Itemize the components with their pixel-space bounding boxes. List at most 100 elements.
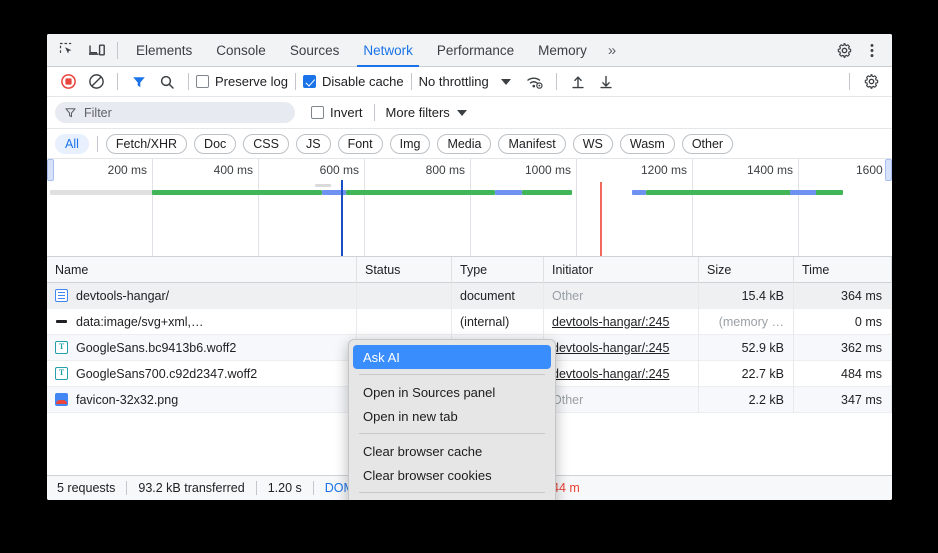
- toolbar-divider: [849, 73, 850, 90]
- chip-media[interactable]: Media: [437, 134, 491, 154]
- cell-size: 15.4 kB: [699, 283, 794, 309]
- filter-input[interactable]: Filter: [55, 102, 295, 123]
- throttling-dropdown[interactable]: No throttling: [419, 74, 511, 89]
- overview-band: [790, 190, 816, 195]
- invert-checkbox[interactable]: Invert: [311, 105, 363, 120]
- menu-item-open-in-sources-panel[interactable]: Open in Sources panel: [353, 380, 551, 404]
- export-har-icon[interactable]: [592, 69, 620, 95]
- chip-font[interactable]: Font: [338, 134, 383, 154]
- cell-initiator: Other: [544, 387, 699, 413]
- clear-log-icon[interactable]: [82, 69, 110, 95]
- table-row[interactable]: data:image/svg+xml,… (internal) devtools…: [47, 309, 892, 335]
- menu-item-open-in-new-tab[interactable]: Open in new tab: [353, 404, 551, 428]
- toolbar-divider: [374, 104, 375, 121]
- tab-label: Elements: [136, 43, 192, 58]
- column-header-initiator[interactable]: Initiator: [544, 257, 699, 283]
- chip-doc[interactable]: Doc: [194, 134, 236, 154]
- table-row[interactable]: devtools-hangar/ document Other 15.4 kB …: [47, 283, 892, 309]
- import-har-icon[interactable]: [564, 69, 592, 95]
- more-tabs-icon[interactable]: »: [599, 34, 624, 67]
- chip-ws[interactable]: WS: [573, 134, 613, 154]
- tab-memory[interactable]: Memory: [526, 34, 599, 67]
- filter-funnel-icon[interactable]: [125, 69, 153, 95]
- initiator-link[interactable]: devtools-hangar/:245: [552, 367, 669, 381]
- overview-band: [152, 190, 322, 195]
- network-settings-gear-icon[interactable]: [857, 69, 885, 95]
- devtools-tab-strip: Elements Console Sources Network Perform…: [47, 34, 892, 67]
- tab-strip-actions: [830, 37, 892, 63]
- chip-manifest[interactable]: Manifest: [498, 134, 565, 154]
- gear-icon[interactable]: [830, 37, 858, 63]
- resource-type-filters: All Fetch/XHR Doc CSS JS Font Img Media …: [47, 129, 892, 159]
- kebab-menu-icon[interactable]: [858, 37, 886, 63]
- initiator-link[interactable]: devtools-hangar/:245: [552, 341, 669, 355]
- menu-item-clear-browser-cache[interactable]: Clear browser cache: [353, 439, 551, 463]
- toolbar-divider: [411, 73, 412, 90]
- load-event-marker: [600, 182, 602, 257]
- toolbar-divider: [117, 42, 118, 59]
- menu-item-copy[interactable]: Copy ›: [353, 498, 551, 500]
- more-filters-dropdown[interactable]: More filters: [386, 105, 467, 120]
- font-icon: T: [55, 341, 68, 354]
- cell-name: T GoogleSans700.c92d2347.woff2: [47, 361, 357, 387]
- overview-right-handle[interactable]: [885, 159, 892, 181]
- initiator-link[interactable]: devtools-hangar/:245: [552, 315, 669, 329]
- cell-name: T GoogleSans.bc9413b6.woff2: [47, 335, 357, 361]
- tab-console[interactable]: Console: [204, 34, 278, 67]
- tab-performance[interactable]: Performance: [425, 34, 526, 67]
- inspect-element-icon[interactable]: [53, 37, 81, 63]
- record-stop-icon[interactable]: [54, 69, 82, 95]
- chip-other[interactable]: Other: [682, 134, 733, 154]
- tab-sources[interactable]: Sources: [278, 34, 352, 67]
- cell-time: 0 ms: [794, 309, 892, 335]
- cell-initiator[interactable]: devtools-hangar/:245: [544, 361, 699, 387]
- cell-time: 484 ms: [794, 361, 892, 387]
- cell-size: 52.9 kB: [699, 335, 794, 361]
- timeline-gridline: [798, 159, 799, 257]
- filter-funnel-icon: [64, 106, 77, 119]
- tab-network[interactable]: Network: [351, 34, 425, 67]
- column-header-size[interactable]: Size: [699, 257, 794, 283]
- network-toolbar: Preserve log Disable cache No throttling: [47, 67, 892, 97]
- font-icon: T: [55, 367, 68, 380]
- column-header-name[interactable]: Name: [47, 257, 357, 283]
- column-header-status[interactable]: Status: [357, 257, 452, 283]
- column-header-type[interactable]: Type: [452, 257, 544, 283]
- timeline-gridline: [258, 159, 259, 257]
- chip-fetch-xhr[interactable]: Fetch/XHR: [106, 134, 187, 154]
- context-menu[interactable]: Ask AI Open in Sources panel Open in new…: [348, 339, 556, 500]
- preserve-log-checkbox[interactable]: Preserve log: [196, 74, 288, 89]
- tab-label: Console: [216, 43, 266, 58]
- table-header-row: Name Status Type Initiator Size Time: [47, 257, 892, 283]
- chip-css[interactable]: CSS: [243, 134, 289, 154]
- cell-type: (internal): [452, 309, 544, 335]
- menu-separator: [359, 433, 545, 434]
- menu-item-clear-browser-cookies[interactable]: Clear browser cookies: [353, 463, 551, 487]
- timeline-gridline: [152, 159, 153, 257]
- cell-name: devtools-hangar/: [47, 283, 357, 309]
- menu-item-ask-ai[interactable]: Ask AI: [353, 345, 551, 369]
- overview-band: [632, 190, 646, 195]
- chip-divider: [97, 136, 98, 152]
- toolbar-divider: [188, 73, 189, 90]
- device-toolbar-icon[interactable]: [83, 37, 111, 63]
- checkbox-box: [311, 106, 324, 119]
- chip-img[interactable]: Img: [390, 134, 431, 154]
- cell-initiator[interactable]: devtools-hangar/:245: [544, 309, 699, 335]
- overview-band: [315, 184, 331, 187]
- cell-initiator[interactable]: devtools-hangar/:245: [544, 335, 699, 361]
- network-conditions-icon[interactable]: [521, 69, 549, 95]
- overview-band: [522, 190, 572, 195]
- checkbox-box: [303, 75, 316, 88]
- disable-cache-checkbox[interactable]: Disable cache: [303, 74, 404, 89]
- preserve-log-label: Preserve log: [215, 74, 288, 89]
- network-overview-timeline[interactable]: 200 ms 400 ms 600 ms 800 ms 1000 ms 1200…: [47, 159, 892, 257]
- chip-all[interactable]: All: [55, 134, 89, 154]
- toolbar-divider: [117, 73, 118, 90]
- chip-wasm[interactable]: Wasm: [620, 134, 675, 154]
- column-header-time[interactable]: Time: [794, 257, 892, 283]
- tab-label: Network: [363, 43, 413, 58]
- tab-elements[interactable]: Elements: [124, 34, 204, 67]
- chip-js[interactable]: JS: [296, 134, 331, 154]
- search-icon[interactable]: [153, 69, 181, 95]
